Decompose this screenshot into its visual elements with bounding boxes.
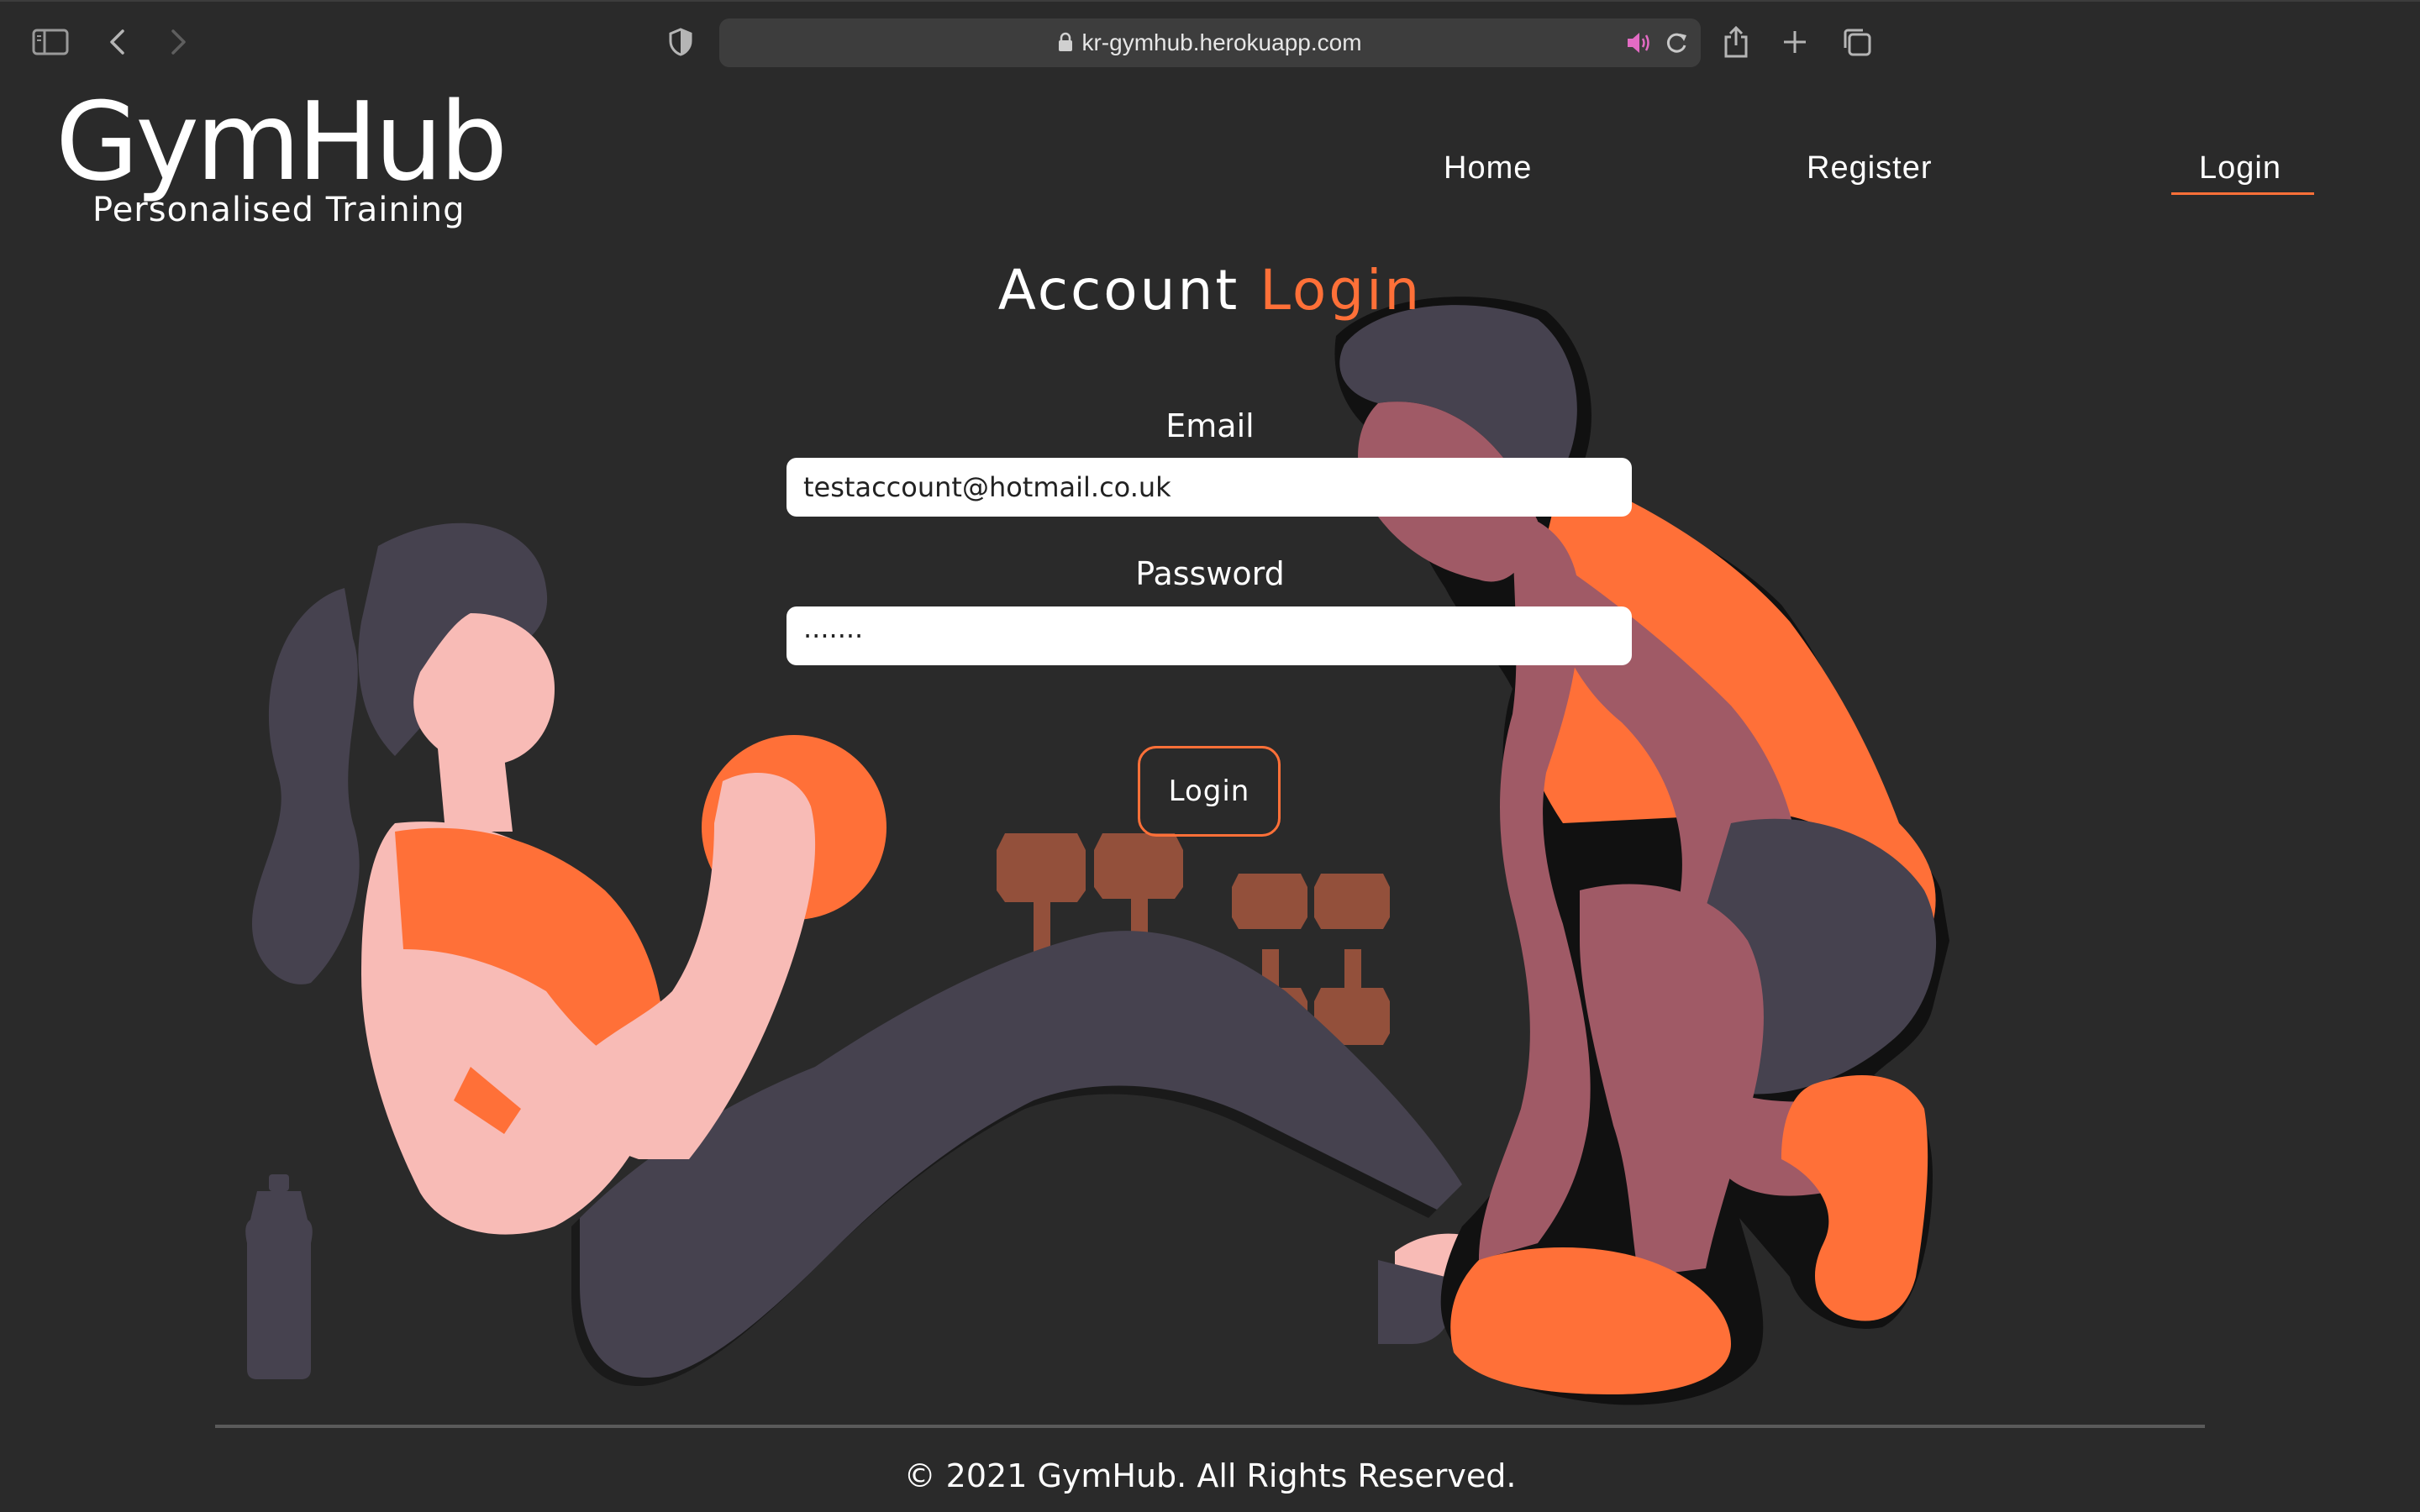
gymhub-logo[interactable]: GymHub Personalised Training xyxy=(55,89,508,240)
page-title-prefix: Account xyxy=(997,258,1240,323)
email-field[interactable] xyxy=(786,458,1632,517)
password-label: Password xyxy=(1135,555,1285,592)
footer-copyright: © 2021 GymHub. All Rights Reserved. xyxy=(903,1457,1517,1494)
nav-home-link[interactable]: Home xyxy=(1444,148,1532,188)
password-field[interactable] xyxy=(786,606,1632,665)
page-title: Account Login xyxy=(0,257,2420,324)
logo-title: GymHub xyxy=(55,80,508,205)
email-label: Email xyxy=(1165,407,1255,444)
nav-register-link[interactable]: Register xyxy=(1807,148,1933,188)
page-title-accent: Login xyxy=(1260,258,1423,323)
footer-divider xyxy=(215,1425,2205,1428)
login-button[interactable]: Login xyxy=(1138,746,1281,837)
water-bottle-icon xyxy=(245,1174,313,1379)
nav-active-indicator xyxy=(2171,192,2314,195)
nav-login-link[interactable]: Login xyxy=(2199,148,2281,188)
logo-subtitle: Personalised Training xyxy=(92,191,466,229)
